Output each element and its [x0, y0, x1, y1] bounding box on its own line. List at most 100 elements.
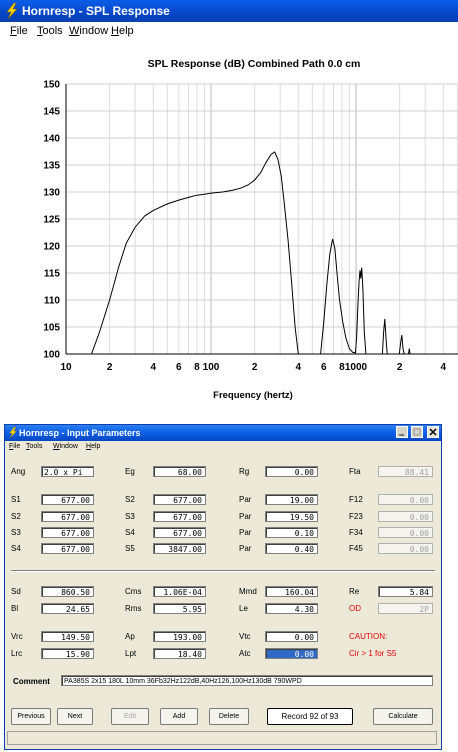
edit-button[interactable]: Edit	[111, 708, 149, 725]
y-tick-label: 110	[44, 296, 61, 307]
param-field-mmd[interactable]: 160.04	[265, 586, 318, 597]
param-label-par: Par	[239, 544, 252, 553]
param-field-par[interactable]: 19.50	[265, 511, 318, 522]
param-field-fta: 88.41	[378, 466, 433, 477]
param-field-le[interactable]: 4.30	[265, 603, 318, 614]
param-field-ap[interactable]: 193.00	[153, 631, 206, 642]
input-menu-window[interactable]: Window	[53, 443, 78, 450]
param-field-par[interactable]: 19.00	[265, 494, 318, 505]
spl-window-title: Hornresp - SPL Response	[22, 4, 170, 18]
y-tick-label: 140	[43, 134, 60, 145]
param-field-s2[interactable]: 677.00	[41, 511, 94, 522]
spl-menu-file[interactable]: File	[10, 25, 28, 37]
param-field-s4[interactable]: 677.00	[153, 527, 206, 538]
param-label-s1: S1	[11, 495, 21, 504]
param-field-rg[interactable]: 0.00	[265, 466, 318, 477]
status-bar	[7, 731, 437, 745]
param-label-f34: F34	[349, 528, 363, 537]
add-button[interactable]: Add	[160, 708, 198, 725]
param-field-eg[interactable]: 68.00	[153, 466, 206, 477]
param-field-cms[interactable]: 1.06E-04	[153, 586, 206, 597]
input-window-title: Hornresp - Input Parameters	[19, 428, 141, 438]
x-tick-label: 2	[397, 362, 403, 373]
spl-curve-segment-1	[91, 151, 299, 355]
y-tick-label: 150	[43, 80, 60, 91]
param-field-vrc[interactable]: 149.50	[41, 631, 94, 642]
param-label-lpt: Lpt	[125, 649, 137, 658]
y-tick-label: 100	[43, 350, 60, 361]
x-tick-label: 1000	[345, 362, 368, 373]
spl-menu-tools[interactable]: Tools	[37, 25, 63, 37]
hornresp-app-icon	[6, 3, 18, 19]
param-field-s2[interactable]: 677.00	[153, 494, 206, 505]
previous-button[interactable]: Previous	[11, 708, 51, 725]
x-tick-label: 2	[252, 362, 258, 373]
param-field-s4[interactable]: 677.00	[41, 543, 94, 554]
param-label-s4: S4	[125, 528, 135, 537]
spl-title-bar[interactable]: Hornresp - SPL Response	[0, 0, 458, 22]
param-field-lpt[interactable]: 18.40	[153, 648, 206, 659]
param-field-atc[interactable]: 0.00	[265, 648, 318, 659]
chart-title: SPL Response (dB) Combined Path 0.0 cm	[148, 58, 361, 70]
param-label-od: OD	[349, 604, 361, 613]
param-label-s4: S4	[11, 544, 21, 553]
param-field-lrc[interactable]: 15.90	[41, 648, 94, 659]
param-field-ang[interactable]: 2.0 x Pi	[41, 466, 94, 477]
spl-curve-segment-2	[320, 238, 367, 355]
param-label-s3: S3	[125, 512, 135, 521]
param-label-rms: Rms	[125, 604, 142, 613]
param-label-vrc: Vrc	[11, 632, 23, 641]
param-label-cms: Cms	[125, 587, 142, 596]
x-tick-label: 100	[203, 362, 220, 373]
delete-button[interactable]: Delete	[209, 708, 249, 725]
param-label-par: Par	[239, 495, 252, 504]
record-indicator: Record 92 of 93	[267, 708, 353, 725]
x-axis-label: Frequency (hertz)	[213, 390, 293, 401]
param-field-s5[interactable]: 3847.00	[153, 543, 206, 554]
param-label-ap: Ap	[125, 632, 135, 641]
window-controls	[395, 426, 439, 442]
param-label-rg: Rg	[239, 467, 250, 476]
param-field-rms[interactable]: 5.95	[153, 603, 206, 614]
comment-field[interactable]: PA385S 2x15 180L 10mm 36Fb32Hz122dB,40Hz…	[61, 675, 433, 686]
maximize-icon[interactable]	[411, 426, 424, 438]
param-label-lrc: Lrc	[11, 649, 23, 658]
input-menu-bar: File Tools Window Help	[5, 441, 441, 454]
param-field-par[interactable]: 0.10	[265, 527, 318, 538]
input-menu-file[interactable]: File	[9, 443, 20, 450]
param-label-f45: F45	[349, 544, 363, 553]
param-label-eg: Eg	[125, 467, 135, 476]
calculate-button[interactable]: Calculate	[373, 708, 433, 725]
param-field-vtc[interactable]: 0.00	[265, 631, 318, 642]
param-field-f23: 0.00	[378, 511, 433, 522]
y-tick-label: 135	[43, 161, 60, 172]
spl-menu-window[interactable]: Window	[69, 25, 108, 37]
param-field-sd[interactable]: 860.50	[41, 586, 94, 597]
y-tick-label: 120	[43, 242, 60, 253]
param-field-bl[interactable]: 24.65	[41, 603, 94, 614]
param-label-s5: S5	[125, 544, 135, 553]
param-field-s3[interactable]: 677.00	[41, 527, 94, 538]
param-field-s1[interactable]: 677.00	[41, 494, 94, 505]
param-label-s2: S2	[125, 495, 135, 504]
close-icon[interactable]	[427, 426, 439, 438]
next-button[interactable]: Next	[57, 708, 93, 725]
y-tick-label: 145	[43, 107, 60, 118]
x-tick-label: 6	[321, 362, 327, 373]
comment-label: Comment	[13, 677, 50, 686]
spl-menu-help[interactable]: Help	[111, 25, 134, 37]
x-tick-label: 4	[441, 362, 447, 373]
spl-response-window: Hornresp - SPL Response File Tools Windo…	[0, 0, 458, 412]
input-menu-help[interactable]: Help	[86, 443, 100, 450]
spl-menu-bar: File Tools Window Help	[0, 22, 458, 40]
param-label-fta: Fta	[349, 467, 361, 476]
x-tick-label: 2	[107, 362, 113, 373]
input-title-bar[interactable]: Hornresp - Input Parameters	[5, 425, 441, 441]
param-label-par: Par	[239, 512, 252, 521]
param-field-par[interactable]: 0.40	[265, 543, 318, 554]
param-field-re[interactable]: 5.84	[378, 586, 433, 597]
input-menu-tools[interactable]: Tools	[26, 443, 42, 450]
x-tick-label: 4	[151, 362, 157, 373]
minimize-icon[interactable]	[395, 426, 408, 438]
param-field-s3[interactable]: 677.00	[153, 511, 206, 522]
